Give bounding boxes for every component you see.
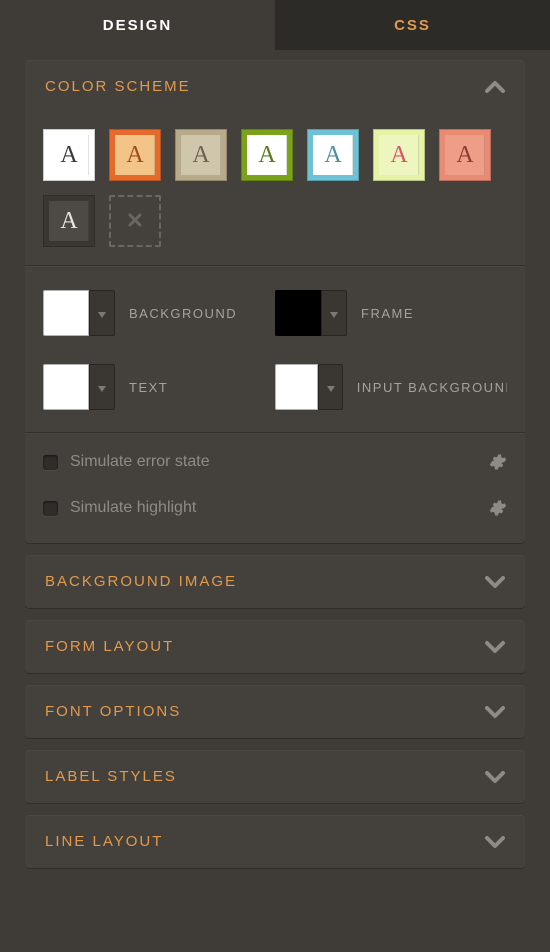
color-scheme-swatch[interactable]: A — [109, 129, 161, 181]
caret-down-icon — [330, 305, 338, 321]
color-field-background: BACKGROUND — [43, 290, 275, 336]
section-color-scheme: COLOR SCHEME A A A A A A A A — [25, 60, 525, 543]
chevron-up-icon — [485, 80, 505, 94]
color-label: BACKGROUND — [129, 306, 237, 321]
caret-down-icon — [98, 305, 106, 321]
add-scheme-button[interactable] — [109, 195, 161, 247]
color-field-frame: FRAME — [275, 290, 507, 336]
section-header-color-scheme[interactable]: COLOR SCHEME — [25, 60, 525, 113]
color-well[interactable] — [275, 290, 321, 336]
color-dropdown[interactable] — [318, 364, 342, 410]
section-title: LINE LAYOUT — [45, 833, 163, 850]
simulate-error-label: Simulate error state — [70, 453, 210, 471]
chevron-down-icon — [485, 770, 505, 784]
section-header-font-options[interactable]: FONT OPTIONS — [25, 685, 525, 738]
tab-css[interactable]: CSS — [275, 0, 550, 50]
color-label: FRAME — [361, 306, 414, 321]
section-header-background-image[interactable]: BACKGROUND IMAGE — [25, 555, 525, 608]
section-header-label-styles[interactable]: LABEL STYLES — [25, 750, 525, 803]
color-scheme-swatch[interactable]: A — [307, 129, 359, 181]
color-well[interactable] — [43, 290, 89, 336]
section-header-line-layout[interactable]: LINE LAYOUT — [25, 815, 525, 868]
section-title: BACKGROUND IMAGE — [45, 573, 237, 590]
color-scheme-swatch[interactable]: A — [439, 129, 491, 181]
swatch-grid: A A A A A A A A — [25, 114, 525, 265]
color-scheme-swatch[interactable]: A — [373, 129, 425, 181]
section-line-layout: LINE LAYOUT — [25, 815, 525, 868]
chevron-down-icon — [485, 575, 505, 589]
simulate-error-row: Simulate error state — [43, 439, 507, 485]
simulate-highlight-row: Simulate highlight — [43, 485, 507, 531]
tab-bar: DESIGN CSS — [0, 0, 550, 50]
section-title: FORM LAYOUT — [45, 638, 174, 655]
caret-down-icon — [98, 379, 106, 395]
section-background-image: BACKGROUND IMAGE — [25, 555, 525, 608]
chevron-down-icon — [485, 705, 505, 719]
simulate-highlight-checkbox[interactable] — [43, 501, 58, 516]
chevron-down-icon — [485, 640, 505, 654]
close-icon — [126, 211, 144, 232]
section-form-layout: FORM LAYOUT — [25, 620, 525, 673]
gear-icon[interactable] — [489, 499, 507, 517]
section-title: LABEL STYLES — [45, 768, 177, 785]
tab-design[interactable]: DESIGN — [0, 0, 275, 50]
section-header-form-layout[interactable]: FORM LAYOUT — [25, 620, 525, 673]
color-scheme-swatch[interactable]: A — [43, 129, 95, 181]
color-label: TEXT — [129, 380, 168, 395]
color-scheme-swatch[interactable]: A — [175, 129, 227, 181]
chevron-down-icon — [485, 835, 505, 849]
section-title: COLOR SCHEME — [45, 78, 191, 95]
color-well[interactable] — [43, 364, 89, 410]
section-label-styles: LABEL STYLES — [25, 750, 525, 803]
color-dropdown[interactable] — [89, 364, 115, 410]
color-dropdown[interactable] — [321, 290, 347, 336]
color-scheme-swatch[interactable]: A — [43, 195, 95, 247]
simulate-highlight-label: Simulate highlight — [70, 499, 196, 517]
section-font-options: FONT OPTIONS — [25, 685, 525, 738]
color-scheme-swatch[interactable]: A — [241, 129, 293, 181]
section-title: FONT OPTIONS — [45, 703, 181, 720]
color-label: INPUT BACKGROUND — [357, 380, 507, 395]
simulate-error-checkbox[interactable] — [43, 455, 58, 470]
color-dropdown[interactable] — [89, 290, 115, 336]
color-well[interactable] — [275, 364, 318, 410]
caret-down-icon — [327, 379, 335, 395]
gear-icon[interactable] — [489, 453, 507, 471]
color-field-input-background: INPUT BACKGROUND — [275, 364, 507, 410]
color-field-text: TEXT — [43, 364, 275, 410]
